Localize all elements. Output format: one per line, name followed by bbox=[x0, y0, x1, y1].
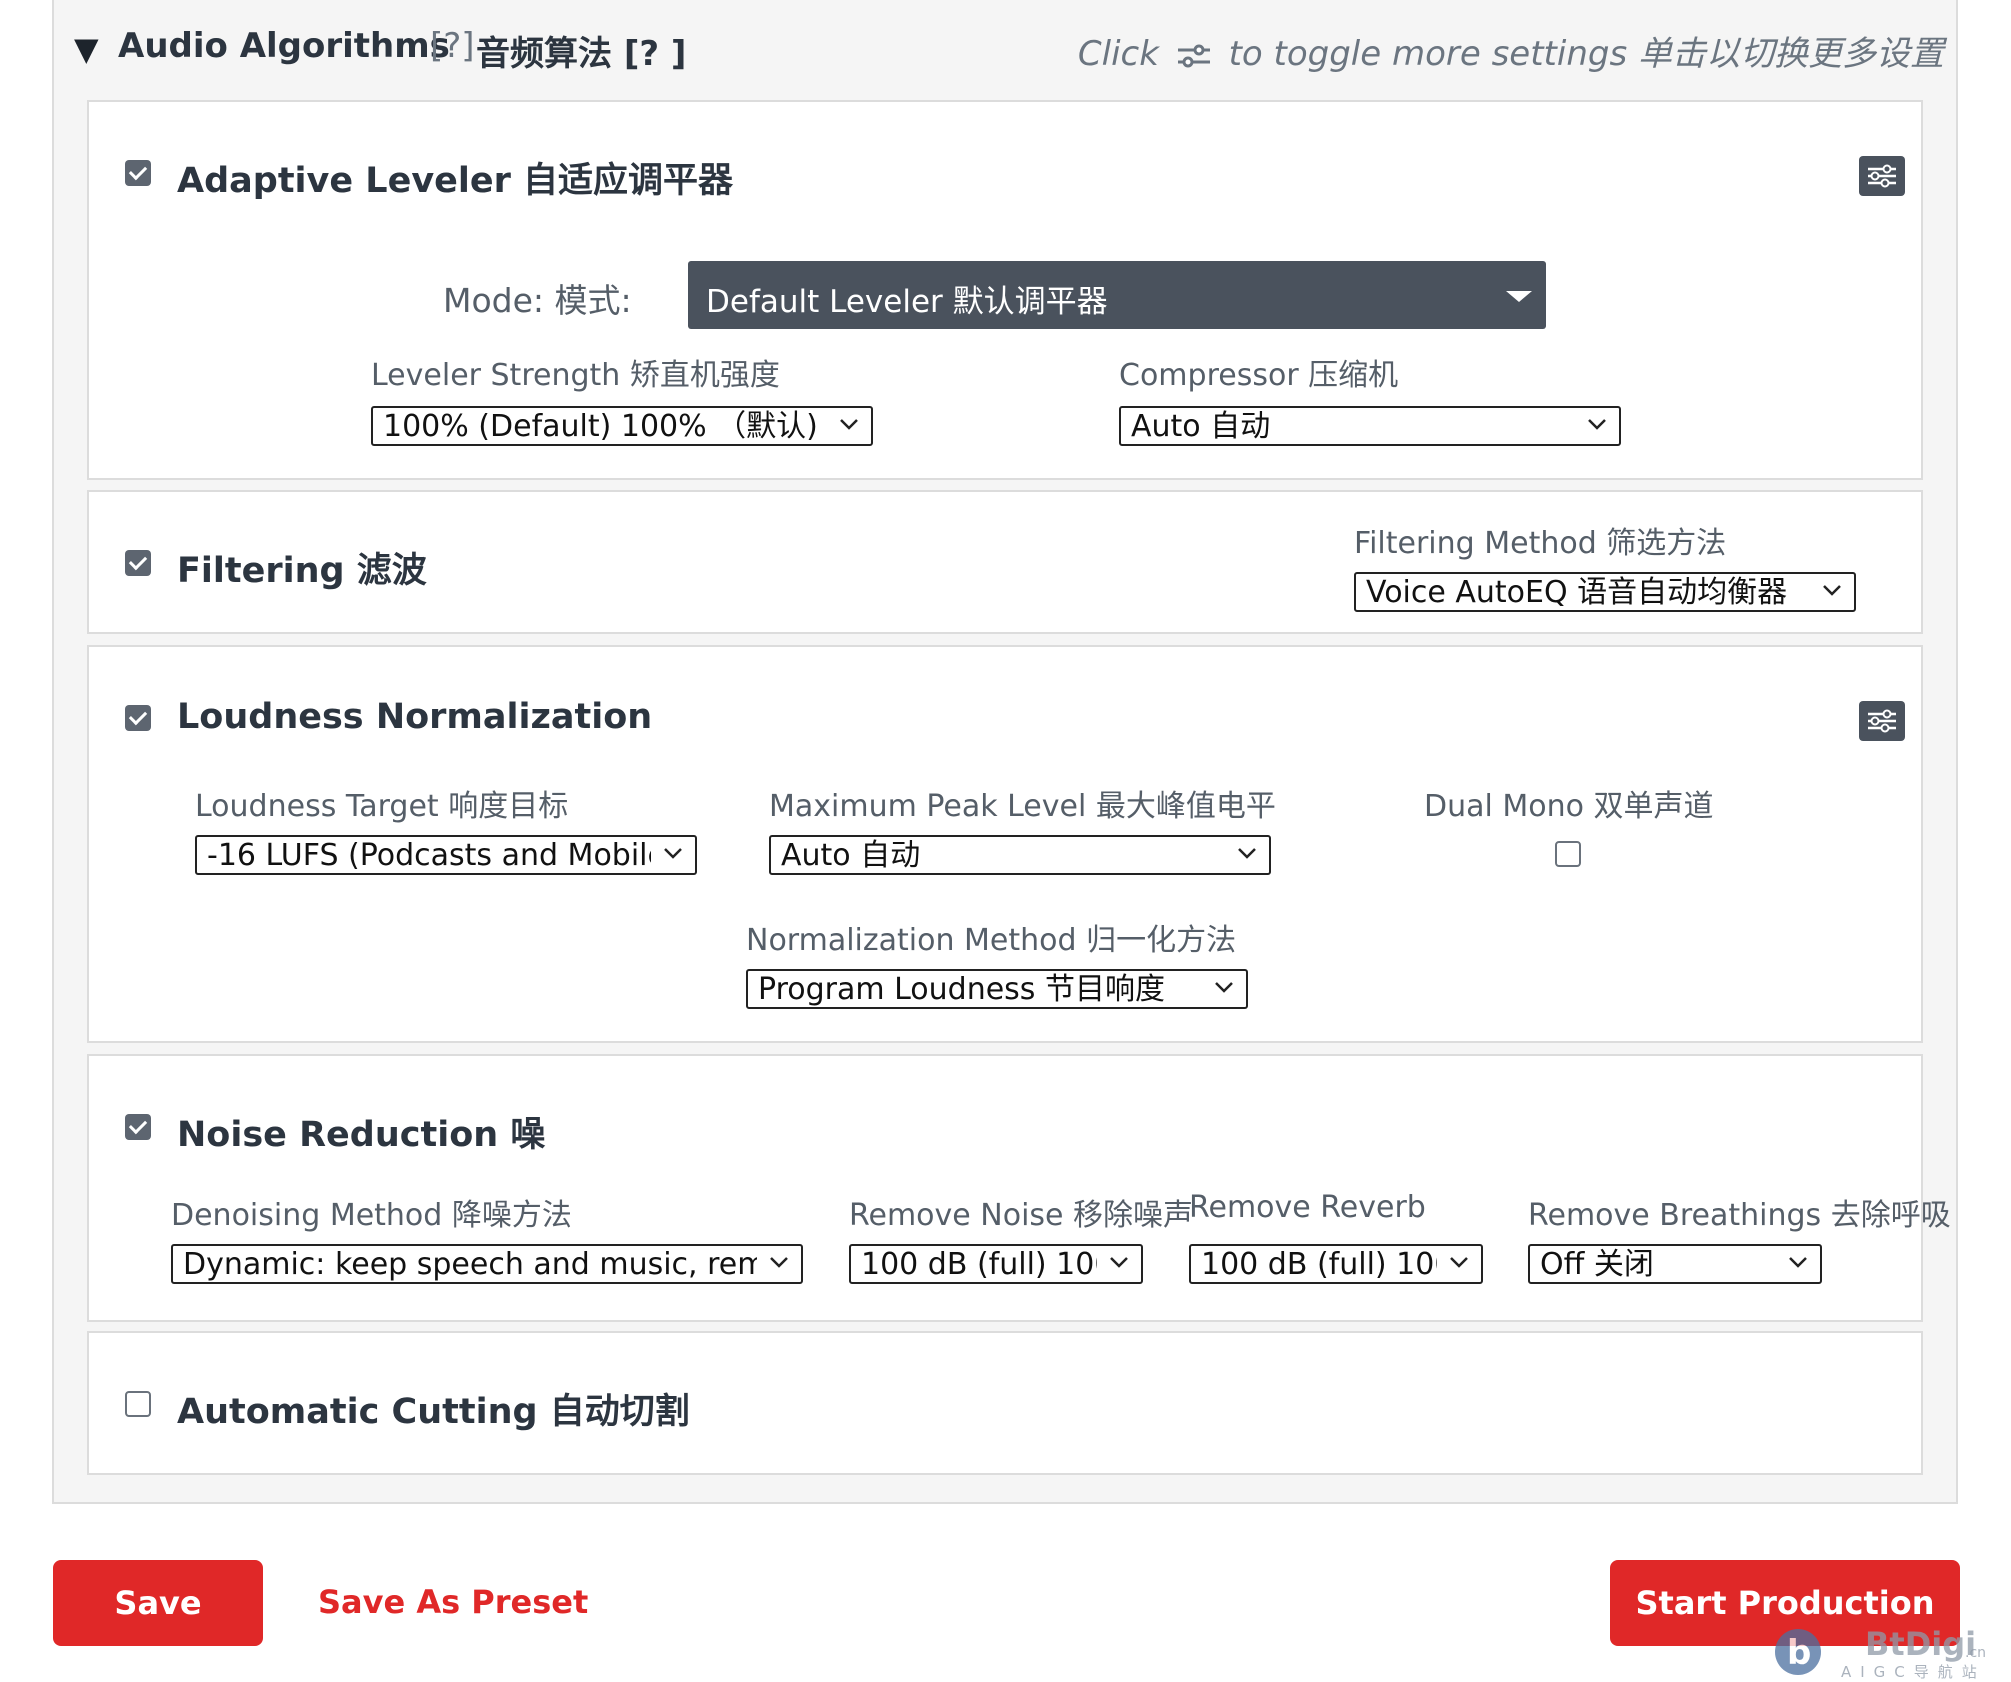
adaptive-leveler-title: Adaptive Leveler 自适应调平器 bbox=[177, 161, 734, 201]
leveler-strength-label: Leveler Strength 矫直机强度 bbox=[371, 358, 780, 393]
remove-breathings-value: Off 关闭 bbox=[1540, 1247, 1654, 1282]
chevron-down-icon bbox=[1110, 1257, 1128, 1268]
btdigi-watermark: b BtDigi .cn AIGC导航站 bbox=[1775, 1625, 2011, 1681]
loudness-normalization-card: Loudness Normalization Loudness Target 响… bbox=[87, 645, 1923, 1043]
max-peak-value: Auto 自动 bbox=[781, 838, 921, 873]
automatic-cutting-title: Automatic Cutting 自动切割 bbox=[177, 1392, 690, 1432]
remove-reverb-label: Remove Reverb bbox=[1189, 1190, 1426, 1225]
adaptive-leveler-checkbox[interactable] bbox=[125, 160, 151, 186]
mode-value: Default Leveler 默认调平器 bbox=[706, 284, 1108, 320]
noise-reduction-title: Noise Reduction 噪 bbox=[177, 1115, 546, 1155]
chevron-down-icon bbox=[1215, 982, 1233, 993]
filtering-method-value: Voice AutoEQ 语音自动均衡器 bbox=[1366, 575, 1788, 610]
save-button[interactable]: Save bbox=[53, 1560, 263, 1646]
remove-reverb-select[interactable]: 100 dB (full) 100 c bbox=[1189, 1244, 1483, 1284]
loudness-title: Loudness Normalization bbox=[177, 697, 653, 737]
compressor-label: Compressor 压缩机 bbox=[1119, 358, 1399, 393]
max-peak-select[interactable]: Auto 自动 bbox=[769, 835, 1271, 875]
watermark-subtitle: AIGC导航站 bbox=[1841, 1663, 1986, 1681]
sliders-icon bbox=[1868, 164, 1896, 188]
filtering-method-select[interactable]: Voice AutoEQ 语音自动均衡器 bbox=[1354, 572, 1856, 612]
max-peak-label: Maximum Peak Level 最大峰值电平 bbox=[769, 789, 1276, 824]
help-link[interactable]: [?] bbox=[430, 26, 475, 66]
remove-reverb-value: 100 dB (full) 100 c bbox=[1201, 1247, 1437, 1282]
chevron-down-icon bbox=[664, 848, 682, 859]
compressor-value: Auto 自动 bbox=[1131, 409, 1271, 444]
section-title: Audio Algorithms bbox=[118, 26, 450, 66]
denoising-method-value: Dynamic: keep speech and music, remove bbox=[183, 1247, 757, 1282]
mode-select[interactable]: Default Leveler 默认调平器 bbox=[688, 261, 1546, 329]
caret-down-icon bbox=[1506, 291, 1532, 302]
settings-hint: Click to toggle more settings 单击以切换更多设置 bbox=[1078, 26, 1944, 75]
hint-prefix: Click bbox=[1077, 34, 1159, 74]
chevron-down-icon bbox=[1789, 1257, 1807, 1268]
filtering-title: Filtering 滤波 bbox=[177, 551, 427, 591]
loudness-target-label: Loudness Target 响度目标 bbox=[195, 789, 569, 824]
normalization-method-select[interactable]: Program Loudness 节目响度 bbox=[746, 969, 1248, 1009]
chevron-down-icon bbox=[1823, 585, 1841, 596]
remove-breathings-select[interactable]: Off 关闭 bbox=[1528, 1244, 1822, 1284]
loudness-target-select[interactable]: -16 LUFS (Podcasts and Mobile)- bbox=[195, 835, 697, 875]
remove-noise-value: 100 dB (full) 100 c bbox=[861, 1247, 1097, 1282]
normalization-method-value: Program Loudness 节目响度 bbox=[758, 972, 1165, 1007]
loudness-target-value: -16 LUFS (Podcasts and Mobile)- bbox=[207, 838, 651, 873]
filtering-checkbox[interactable] bbox=[125, 550, 151, 576]
filtering-method-label: Filtering Method 筛选方法 bbox=[1354, 526, 1727, 561]
compressor-select[interactable]: Auto 自动 bbox=[1119, 406, 1621, 446]
watermark-brand: BtDigi bbox=[1865, 1625, 1977, 1663]
noise-reduction-card: Noise Reduction 噪 Denoising Method 降噪方法 … bbox=[87, 1054, 1951, 1322]
chevron-down-icon bbox=[1238, 848, 1256, 859]
save-as-preset-button[interactable]: Save As Preset bbox=[318, 1583, 588, 1621]
noise-reduction-checkbox[interactable] bbox=[125, 1114, 151, 1140]
watermark-tld: .cn bbox=[1965, 1645, 1987, 1661]
remove-breathings-label: Remove Breathings 去除呼吸 bbox=[1528, 1198, 1951, 1233]
leveler-settings-button[interactable] bbox=[1859, 156, 1905, 196]
collapse-triangle-icon[interactable]: ▼ bbox=[74, 30, 99, 68]
dual-mono-checkbox[interactable] bbox=[1555, 841, 1581, 867]
chevron-down-icon bbox=[1588, 419, 1606, 430]
chevron-down-icon bbox=[770, 1257, 788, 1268]
denoising-method-select[interactable]: Dynamic: keep speech and music, remove bbox=[171, 1244, 803, 1284]
leveler-strength-select[interactable]: 100% (Default) 100% （默认) bbox=[371, 406, 873, 446]
hint-suffix: to toggle more settings 单击以切换更多设置 bbox=[1228, 34, 1944, 74]
leveler-strength-value: 100% (Default) 100% （默认) bbox=[383, 409, 818, 444]
section-title-zh: 音频算法 [? ] bbox=[476, 34, 687, 74]
watermark-logo-icon: b bbox=[1775, 1629, 1821, 1675]
remove-noise-label: Remove Noise 移除噪声 bbox=[849, 1198, 1194, 1233]
loudness-settings-button[interactable] bbox=[1859, 701, 1905, 741]
normalization-method-label: Normalization Method 归一化方法 bbox=[746, 923, 1237, 958]
section-header[interactable]: ▼ Audio Algorithms [?] 音频算法 [? ] Click t… bbox=[74, 22, 1944, 76]
sliders-icon bbox=[1868, 709, 1896, 733]
dual-mono-label: Dual Mono 双单声道 bbox=[1424, 789, 1714, 824]
automatic-cutting-card: Automatic Cutting 自动切割 bbox=[87, 1331, 1923, 1475]
chevron-down-icon bbox=[1450, 1257, 1468, 1268]
sliders-icon bbox=[1177, 44, 1210, 67]
loudness-checkbox[interactable] bbox=[125, 705, 151, 731]
mode-label: Mode: 模式: bbox=[443, 281, 632, 320]
remove-noise-select[interactable]: 100 dB (full) 100 c bbox=[849, 1244, 1143, 1284]
automatic-cutting-checkbox[interactable] bbox=[125, 1391, 151, 1417]
filtering-card: Filtering 滤波 Filtering Method 筛选方法 Voice… bbox=[87, 490, 1923, 634]
chevron-down-icon bbox=[840, 419, 858, 430]
denoising-method-label: Denoising Method 降噪方法 bbox=[171, 1198, 572, 1233]
